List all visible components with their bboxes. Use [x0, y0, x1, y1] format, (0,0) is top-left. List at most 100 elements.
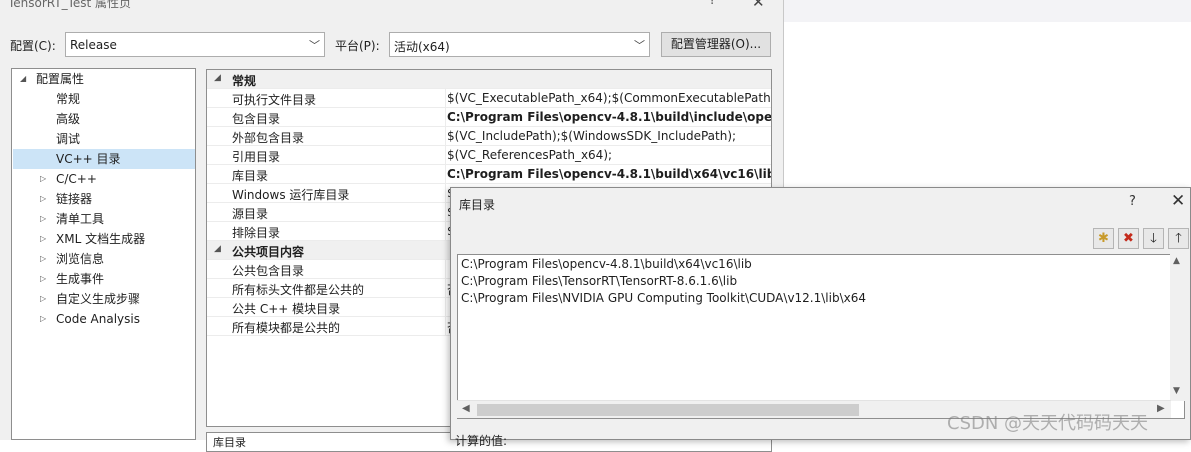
- vertical-scrollbar[interactable]: ▲ ▼: [1170, 254, 1185, 401]
- property-value[interactable]: $(VC_ExecutablePath_x64);$(CommonExecuta…: [447, 91, 771, 105]
- tree-item-label: C/C++: [56, 172, 97, 186]
- column-divider: [445, 260, 446, 279]
- scroll-right-icon[interactable]: ▶: [1157, 403, 1165, 414]
- tree-item-label: 高级: [56, 112, 81, 126]
- new-line-icon[interactable]: ✱: [1093, 228, 1114, 249]
- property-name: 包含目录: [232, 112, 281, 126]
- tree-item-label: Code Analysis: [56, 312, 140, 326]
- grid-category[interactable]: ◢ 常规: [207, 70, 771, 89]
- dialog-title: 库目录: [459, 198, 496, 212]
- tree-item[interactable]: ▷ C/C++: [13, 169, 195, 189]
- dialog-help-icon[interactable]: ?: [1129, 194, 1136, 209]
- expand-caret-icon[interactable]: ▷: [40, 309, 46, 329]
- tree-item[interactable]: ▷ XML 文档生成器: [13, 229, 195, 249]
- property-name: 常规: [232, 74, 257, 88]
- expand-caret-icon[interactable]: ▷: [40, 189, 46, 209]
- expand-caret-icon[interactable]: ▷: [40, 229, 46, 249]
- scroll-up-icon[interactable]: ▲: [1173, 256, 1180, 266]
- tree-item[interactable]: ▷ 生成事件: [13, 269, 195, 289]
- tree-item[interactable]: 常规: [13, 89, 195, 109]
- grid-row[interactable]: 包含目录 C:\Program Files\opencv-4.8.1\build\…: [207, 108, 771, 127]
- config-combo[interactable]: Release ﹀: [65, 32, 325, 57]
- move-down-icon[interactable]: 🡓: [1143, 228, 1164, 249]
- property-name: 库目录: [232, 169, 269, 183]
- column-divider: [445, 127, 446, 146]
- tree-item[interactable]: ▷ Code Analysis: [13, 309, 195, 329]
- column-divider: [445, 89, 446, 108]
- tree-item[interactable]: VC++ 目录: [13, 149, 195, 169]
- grid-row[interactable]: 外部包含目录 $(VC_IncludePath);$(WindowsSDK_Inc…: [207, 127, 771, 146]
- property-name: 公共 C++ 模块目录: [232, 302, 341, 316]
- scroll-down-icon[interactable]: ▼: [1173, 386, 1180, 396]
- collapse-icon[interactable]: ◢: [214, 244, 221, 254]
- property-name: 可执行文件目录: [232, 93, 317, 107]
- tree-item[interactable]: ▷ 浏览信息: [13, 249, 195, 269]
- column-divider: [445, 165, 446, 184]
- tree-item-label: 生成事件: [56, 272, 105, 286]
- tree-item[interactable]: ▷ 链接器: [13, 189, 195, 209]
- move-up-icon[interactable]: 🡑: [1168, 228, 1189, 249]
- property-tree: ◢ 配置属性 常规 高级 调试 VC++ 目录 ▷ C/C++ ▷ 链接器 ▷ 清单工具 ▷ XML …: [11, 68, 196, 440]
- config-manager-button[interactable]: 配置管理器(O)...: [661, 32, 771, 57]
- help-icon[interactable]: ?: [709, 0, 716, 8]
- library-directories-dialog: 库目录 ? ✕ ✱ ✖ 🡓 🡑 C:\Program Files\opencv-4.8…: [450, 187, 1191, 448]
- expanded-caret-icon: ◢: [20, 74, 27, 83]
- background-strip: [784, 0, 1191, 22]
- property-value[interactable]: $(VC_IncludePath);$(WindowsSDK_IncludePa…: [447, 129, 736, 143]
- window-title: TensorRT_Test 属性页: [8, 0, 132, 10]
- list-item[interactable]: C:\Program Files\TensorRT\TensorRT-8.6.1…: [461, 273, 737, 290]
- platform-label: 平台(P):: [335, 39, 380, 53]
- tree-item[interactable]: 高级: [13, 109, 195, 129]
- platform-value: 活动(x64): [394, 40, 450, 54]
- tree-item[interactable]: ▷ 自定义生成步骤: [13, 289, 195, 309]
- tree-item-label: 常规: [56, 92, 81, 106]
- close-icon[interactable]: ✕: [752, 0, 765, 11]
- expand-caret-icon[interactable]: ▷: [40, 209, 46, 229]
- property-name: 所有标头文件都是公共的: [232, 283, 365, 297]
- property-name: 排除目录: [232, 226, 281, 240]
- list-item[interactable]: C:\Program Files\opencv-4.8.1\build\x64\…: [461, 256, 752, 273]
- property-name: Windows 运行库目录: [232, 188, 350, 202]
- grid-row[interactable]: 引用目录 $(VC_ReferencesPath_x64);: [207, 146, 771, 165]
- expand-caret-icon[interactable]: ▷: [40, 169, 46, 189]
- expand-caret-icon[interactable]: ▷: [40, 269, 46, 289]
- dialog-close-icon[interactable]: ✕: [1171, 191, 1185, 211]
- property-value[interactable]: C:\Program Files\opencv-4.8.1\build\incl…: [447, 110, 771, 124]
- column-divider: [445, 298, 446, 317]
- list-item[interactable]: C:\Program Files\NVIDIA GPU Computing To…: [461, 290, 866, 307]
- property-name: 引用目录: [232, 150, 281, 164]
- config-label: 配置(C):: [10, 39, 56, 53]
- evaluated-value-label: 计算的值:: [455, 434, 508, 448]
- tree-item[interactable]: ▷ 清单工具: [13, 209, 195, 229]
- collapse-icon[interactable]: ◢: [214, 73, 221, 83]
- directory-list[interactable]: C:\Program Files\opencv-4.8.1\build\x64\…: [457, 254, 1185, 419]
- grid-row[interactable]: 库目录 C:\Program Files\opencv-4.8.1\build\x…: [207, 165, 771, 184]
- chevron-down-icon: ﹀: [634, 39, 645, 52]
- tree-item-label: 清单工具: [56, 212, 105, 226]
- property-name: 源目录: [232, 207, 269, 221]
- property-value[interactable]: $(VC_ReferencesPath_x64);: [447, 148, 612, 162]
- config-value: Release: [70, 38, 117, 52]
- chevron-down-icon: ﹀: [309, 39, 320, 52]
- grid-row[interactable]: 可执行文件目录 $(VC_ExecutablePath_x64);$(Common…: [207, 89, 771, 108]
- watermark: CSDN @天天代码码天天: [947, 413, 1149, 434]
- column-divider: [445, 279, 446, 298]
- expand-caret-icon[interactable]: ▷: [40, 289, 46, 309]
- property-value[interactable]: C:\Program Files\opencv-4.8.1\build\x64\…: [447, 167, 771, 181]
- expand-caret-icon[interactable]: ▷: [40, 249, 46, 269]
- tree-root-label: 配置属性: [36, 72, 85, 86]
- column-divider: [445, 146, 446, 165]
- tree-item-label: 链接器: [56, 192, 93, 206]
- tree-item-label: 调试: [56, 132, 81, 146]
- scroll-left-icon[interactable]: ◀: [462, 403, 470, 414]
- delete-icon[interactable]: ✖: [1118, 228, 1139, 249]
- property-name: 所有模块都是公共的: [232, 321, 341, 335]
- column-divider: [445, 108, 446, 127]
- column-divider: [445, 222, 446, 241]
- platform-combo[interactable]: 活动(x64) ﹀: [389, 32, 650, 57]
- tree-item[interactable]: 调试: [13, 129, 195, 149]
- property-name: 公共包含目录: [232, 264, 305, 278]
- tree-item-label: 自定义生成步骤: [56, 292, 141, 306]
- tree-item-label: 浏览信息: [56, 252, 105, 266]
- scroll-thumb[interactable]: [477, 404, 859, 416]
